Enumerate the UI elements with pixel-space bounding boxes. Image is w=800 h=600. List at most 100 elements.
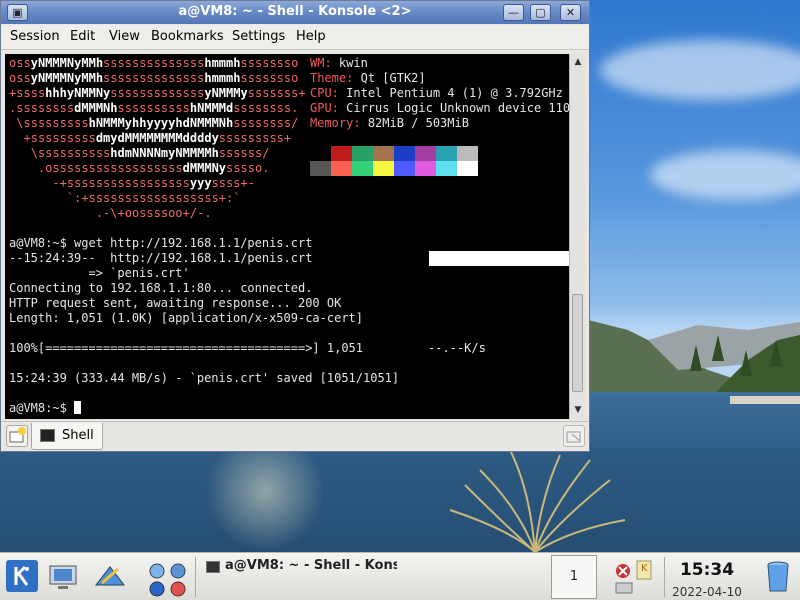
road [730,396,800,404]
prompt-line[interactable]: a@VM8:~$ [9,401,82,416]
quick-launch-group[interactable] [145,559,191,597]
palette-swatch-top-5 [415,146,436,161]
selection-highlight [429,251,569,266]
ascii-logo-line: +sssssssssdmydMMMMMMMMddddysssssssss+ [23,131,292,145]
palette-swatch-bottom-1 [331,161,352,176]
palette-swatch-top-1 [331,146,352,161]
menu-view[interactable]: View [109,29,140,44]
palette-swatch-top-3 [373,146,394,161]
palette-swatch-top-4 [394,146,415,161]
scroll-down-arrow-icon[interactable]: ▼ [571,403,585,417]
tab-bar: Shell [1,421,589,451]
close-button[interactable]: ✕ [560,4,581,21]
ascii-logo-line: \ssssssssshNMMMyhhyyyyhdNMMMNhssssssss/ [16,116,299,130]
close-tab-button[interactable] [563,425,585,447]
palette-swatch-bottom-6 [436,161,457,176]
tray-icons [615,560,652,594]
pager-desktop-1[interactable]: 1 [570,569,578,584]
tree [690,345,702,371]
ascii-logo-line: -+sssssssssssssssssyyyssss+- [52,176,255,190]
text-cursor [74,401,82,414]
computer-icon [49,565,77,589]
window-titlebar[interactable]: ▣ a@VM8: ~ - Shell - Konsole <2> — ▢ ✕ [1,1,589,24]
ascii-logo-line: .-\+oossssoo+/-. [95,206,212,220]
tree [712,335,724,361]
new-tab-button[interactable] [6,425,28,447]
window-title: a@VM8: ~ - Shell - Konsole <2> [178,4,412,19]
info-wm: WM: kwin [310,56,368,70]
grass-foreground [449,450,626,552]
trash-icon [767,561,789,592]
terminal-icon [40,429,55,442]
scrollbar-thumb[interactable] [572,294,583,392]
output-line: 100%[===================================… [9,341,486,355]
info-memory: Memory: 82MiB / 503MiB [310,116,469,130]
tree [740,350,752,376]
palette-swatch-bottom-2 [352,161,373,176]
menu-session[interactable]: Session [10,29,60,44]
kde-panel: a@VM8: ~ - Shell - Konsol 1 K 15:34 2022… [0,552,800,600]
ascii-logo-line: .ossssssssssssssssssdMMMNysssso. [37,161,270,175]
scroll-up-arrow-icon[interactable]: ▲ [571,55,585,69]
output-line: a@VM8:~$ wget http://192.168.1.1/penis.c… [9,236,313,250]
maximize-button[interactable]: ▢ [530,4,551,21]
trash-button[interactable] [762,559,798,595]
ascii-logo-line: .ssssssssdMMMNhsssssssssshNMMMdssssssss. [9,101,299,115]
tree [770,340,782,366]
menu-help[interactable]: Help [296,29,326,44]
kmenu-button[interactable] [5,559,41,595]
clock-date[interactable]: 2022-04-10 [668,585,746,599]
palette-swatch-top-7 [457,146,478,161]
ascii-logo-line: ossyNMMMNyMMhsssssssssssssshmmmhssssssso [9,56,299,70]
tab-shell[interactable]: Shell [31,423,103,450]
cloud [600,40,800,100]
output-line: => `penis.crt' [9,266,190,280]
output-line: 15:24:39 (333.44 MB/s) - `penis.crt' sav… [9,371,400,385]
output-line: HTTP request sent, awaiting response... … [9,296,342,310]
system-tray: K [610,559,660,595]
task-title: a@VM8: ~ - Shell - Konsol [225,558,397,573]
terminal-icon [206,561,220,573]
ascii-logo-line: +sssshhhyNMMNysssssssssssssyNMMMysssssss… [9,86,306,100]
palette-swatch-bottom-0 [310,161,331,176]
info-cpu: CPU: Intel Pentium 4 (1) @ 3.792GHz [310,86,563,100]
terminal-area[interactable]: ossyNMMMNyMMhsssssssssssssshmmmhssssssso… [5,54,569,419]
taskbar-konsole-button[interactable]: a@VM8: ~ - Shell - Konsol [200,555,400,599]
ascii-logo-line: ossyNMMMNyMMhsssssssssssssshmmmhssssssso [9,71,299,85]
control-center-button[interactable] [92,559,128,595]
desktop-pager[interactable]: 1 [551,555,597,599]
panel-separator [195,557,196,597]
cloud [650,150,800,200]
system-button[interactable] [46,559,82,595]
minimize-button[interactable]: — [503,4,524,21]
klipper-icon[interactable]: K [641,563,648,574]
menu-bookmarks[interactable]: Bookmarks [151,29,224,44]
palette-swatch-bottom-3 [373,161,394,176]
output-line: Connecting to 192.168.1.1:80... connecte… [9,281,313,295]
palette-swatch-bottom-4 [394,161,415,176]
quick-launch-icons [149,563,186,597]
info-gpu: GPU: Cirrus Logic Unknown device 110 [310,101,569,115]
palette-swatch-bottom-7 [457,161,478,176]
info-theme: Theme: Qt [GTK2] [310,71,426,85]
output-line: Length: 1,051 (1.0K) [application/x-x509… [9,311,364,325]
menu-settings[interactable]: Settings [232,29,285,44]
control-center-icon [94,566,126,586]
close-tab-icon [566,431,581,443]
palette-swatch-top-0 [310,146,331,161]
palette-swatch-top-2 [352,146,373,161]
panel-separator [664,557,665,597]
menu-edit[interactable]: Edit [70,29,95,44]
palette-swatch-top-6 [436,146,457,161]
ascii-logo-line: `:+ssssssssssssssssss+:` [66,191,241,205]
tab-label: Shell [62,428,94,443]
konsole-window: ▣ a@VM8: ~ - Shell - Konsole <2> — ▢ ✕ S… [0,0,590,452]
clock-time[interactable]: 15:34 [668,560,746,580]
palette-swatch-bottom-5 [415,161,436,176]
new-tab-icon [9,427,26,443]
ascii-logo-line: \sssssssssshdmNNNNmyNMMMMhssssss/ [30,146,270,160]
menu-bar: Session Edit View Bookmarks Settings Hel… [1,25,589,50]
kde-logo-icon [6,560,38,592]
output-line: --15:24:39-- http://192.168.1.1/penis.cr… [9,251,313,265]
scrollbar[interactable]: ▲ ▼ [569,54,585,419]
